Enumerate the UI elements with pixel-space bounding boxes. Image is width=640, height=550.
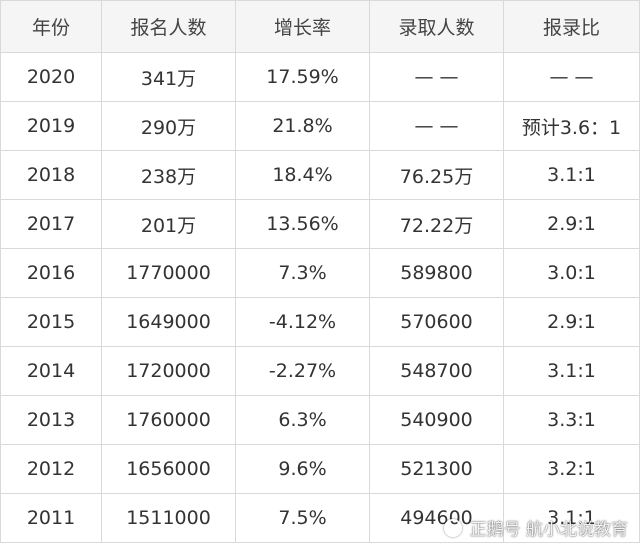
growth-cell: -2.27%	[235, 346, 370, 396]
table-row: 2018 238万 18.4% 76.25万 3.1:1	[0, 150, 640, 200]
table-row: 2012 1656000 9.6% 521300 3.2:1	[0, 444, 640, 494]
ratio-cell: 预计3.6：1	[503, 101, 640, 151]
applicants-cell: 1760000	[101, 395, 236, 445]
table-row: 2017 201万 13.56% 72.22万 2.9:1	[0, 199, 640, 249]
table-row: 2016 1770000 7.3% 589800 3.0:1	[0, 248, 640, 298]
admitted-cell: 589800	[369, 248, 504, 298]
admitted-cell: — —	[369, 52, 504, 102]
admitted-cell: 521300	[369, 444, 504, 494]
growth-cell: 7.3%	[235, 248, 370, 298]
year-cell: 2020	[0, 52, 102, 102]
ratio-cell: 3.1:1	[503, 493, 640, 543]
ratio-cell: 3.2:1	[503, 444, 640, 494]
year-cell: 2018	[0, 150, 102, 200]
header-applicants: 报名人数	[101, 0, 236, 53]
applicants-cell: 238万	[101, 150, 236, 200]
year-cell: 2014	[0, 346, 102, 396]
growth-cell: 18.4%	[235, 150, 370, 200]
applicants-cell: 1720000	[101, 346, 236, 396]
growth-cell: 13.56%	[235, 199, 370, 249]
growth-cell: 21.8%	[235, 101, 370, 151]
year-cell: 2017	[0, 199, 102, 249]
header-row: 年份 报名人数 增长率 录取人数 报录比	[0, 0, 640, 53]
admitted-cell: 570600	[369, 297, 504, 347]
table-row: 2011 1511000 7.5% 494600 3.1:1	[0, 493, 640, 543]
applicants-cell: 341万	[101, 52, 236, 102]
year-cell: 2013	[0, 395, 102, 445]
ratio-cell: 3.1:1	[503, 346, 640, 396]
year-cell: 2015	[0, 297, 102, 347]
applicants-cell: 290万	[101, 101, 236, 151]
growth-cell: 7.5%	[235, 493, 370, 543]
applicants-cell: 1770000	[101, 248, 236, 298]
table-row: 2020 341万 17.59% — — — —	[0, 52, 640, 102]
applicants-cell: 1511000	[101, 493, 236, 543]
applicants-cell: 1649000	[101, 297, 236, 347]
year-cell: 2011	[0, 493, 102, 543]
ratio-cell: 2.9:1	[503, 199, 640, 249]
admitted-cell: 494600	[369, 493, 504, 543]
growth-cell: 9.6%	[235, 444, 370, 494]
admitted-cell: 548700	[369, 346, 504, 396]
ratio-cell: 3.0:1	[503, 248, 640, 298]
table-row: 2019 290万 21.8% — — 预计3.6：1	[0, 101, 640, 151]
applicants-cell: 201万	[101, 199, 236, 249]
ratio-cell: 2.9:1	[503, 297, 640, 347]
year-cell: 2019	[0, 101, 102, 151]
header-admitted: 录取人数	[369, 0, 504, 53]
year-cell: 2012	[0, 444, 102, 494]
ratio-cell: 3.3:1	[503, 395, 640, 445]
admission-stats-table: 年份 报名人数 增长率 录取人数 报录比 2020 341万 17.59% — …	[0, 0, 640, 543]
growth-cell: 6.3%	[235, 395, 370, 445]
header-year: 年份	[0, 0, 102, 53]
table-row: 2014 1720000 -2.27% 548700 3.1:1	[0, 346, 640, 396]
admitted-cell: 540900	[369, 395, 504, 445]
table-row: 2013 1760000 6.3% 540900 3.3:1	[0, 395, 640, 445]
header-ratio: 报录比	[503, 0, 640, 53]
header-growth: 增长率	[235, 0, 370, 53]
admitted-cell: 72.22万	[369, 199, 504, 249]
year-cell: 2016	[0, 248, 102, 298]
admitted-cell: — —	[369, 101, 504, 151]
ratio-cell: 3.1:1	[503, 150, 640, 200]
growth-cell: 17.59%	[235, 52, 370, 102]
admitted-cell: 76.25万	[369, 150, 504, 200]
applicants-cell: 1656000	[101, 444, 236, 494]
ratio-cell: — —	[503, 52, 640, 102]
growth-cell: -4.12%	[235, 297, 370, 347]
table-row: 2015 1649000 -4.12% 570600 2.9:1	[0, 297, 640, 347]
